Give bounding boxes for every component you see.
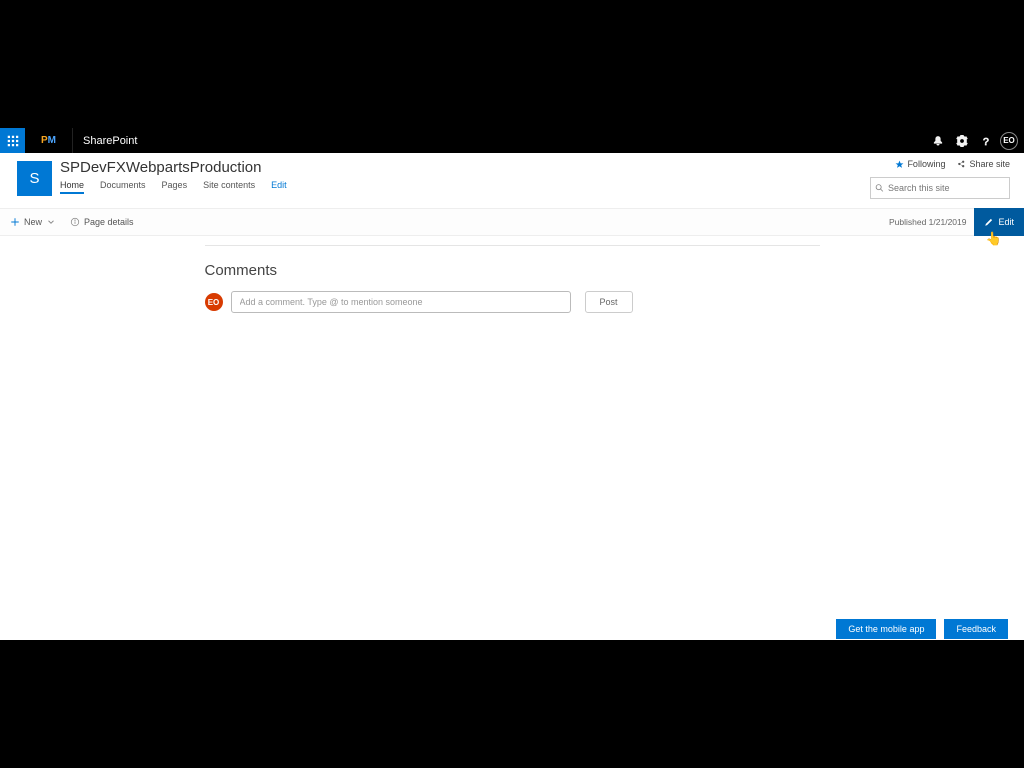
search-icon — [875, 183, 884, 193]
new-label: New — [24, 217, 42, 227]
following-label: Following — [907, 159, 945, 169]
feedback-button[interactable]: Feedback — [944, 619, 1008, 639]
waffle-icon — [7, 135, 19, 147]
brand-letter-p: P — [41, 135, 48, 146]
edit-page-button[interactable]: Edit — [974, 208, 1024, 236]
search-box[interactable] — [870, 177, 1010, 199]
get-mobile-app-button[interactable]: Get the mobile app — [836, 619, 936, 639]
notifications-button[interactable] — [926, 128, 950, 153]
site-logo[interactable]: S — [17, 161, 52, 196]
published-date: Published 1/21/2019 — [889, 217, 967, 227]
suite-app-name[interactable]: SharePoint — [73, 135, 137, 147]
settings-button[interactable] — [950, 128, 974, 153]
comment-avatar: EO — [205, 293, 223, 311]
site-title[interactable]: SPDevFXWebpartsProduction — [60, 159, 287, 176]
bell-icon — [932, 135, 944, 147]
brand-logo[interactable]: P M — [25, 128, 73, 153]
page-details-label: Page details — [84, 217, 134, 227]
app-launcher-button[interactable] — [0, 128, 25, 153]
comment-input[interactable] — [231, 291, 571, 313]
following-button[interactable]: Following — [895, 159, 945, 169]
page-body: Comments EO Post Get the mobile app Feed… — [0, 236, 1024, 640]
site-header: S SPDevFXWebpartsProduction Home Documen… — [0, 153, 1024, 208]
star-icon — [895, 160, 904, 169]
info-icon — [70, 217, 80, 227]
brand-letter-m: M — [48, 135, 56, 146]
chevron-down-icon — [46, 217, 56, 227]
pencil-icon — [984, 217, 994, 227]
page-details-button[interactable]: Page details — [70, 217, 134, 227]
user-avatar[interactable]: EO — [1000, 132, 1018, 150]
suite-bar: P M SharePoint ? EO — [0, 128, 1024, 153]
svg-text:?: ? — [983, 135, 989, 146]
share-site-label: Share site — [969, 159, 1010, 169]
question-icon: ? — [980, 135, 992, 147]
comments-heading: Comments — [205, 262, 820, 279]
nav-documents[interactable]: Documents — [100, 180, 146, 194]
search-input[interactable] — [888, 183, 1005, 193]
share-site-button[interactable]: Share site — [957, 159, 1010, 169]
divider — [205, 245, 820, 246]
command-bar: New Page details Published 1/21/2019 Edi… — [0, 208, 1024, 236]
site-nav: Home Documents Pages Site contents Edit — [60, 180, 287, 194]
new-button[interactable]: New — [10, 217, 56, 227]
nav-site-contents[interactable]: Site contents — [203, 180, 255, 194]
plus-icon — [10, 217, 20, 227]
help-button[interactable]: ? — [974, 128, 998, 153]
nav-home[interactable]: Home — [60, 180, 84, 194]
share-icon — [957, 160, 966, 169]
nav-edit[interactable]: Edit — [271, 180, 287, 194]
edit-page-label: Edit — [998, 217, 1014, 227]
comment-composer: EO Post — [205, 291, 820, 313]
post-comment-button[interactable]: Post — [585, 291, 633, 313]
gear-icon — [956, 135, 968, 147]
nav-pages[interactable]: Pages — [162, 180, 188, 194]
